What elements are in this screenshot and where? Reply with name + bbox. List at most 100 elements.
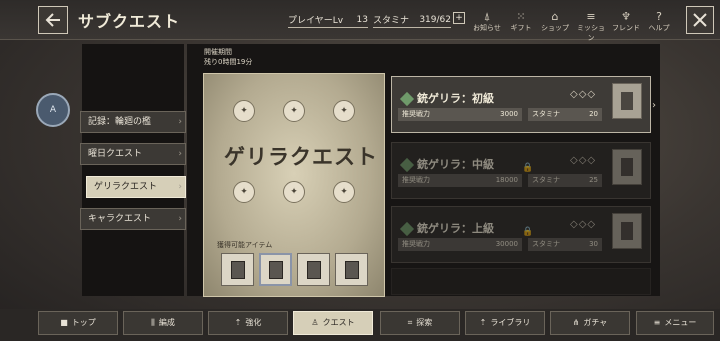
quest-card[interactable]: 銃ゲリラ：初級 ◇◇◇ 推奨戦力 3000 スタミナ 20 <box>391 76 651 133</box>
tab-panel <box>82 44 184 296</box>
tab-guerrilla-quest[interactable]: ゲリラクエスト › <box>86 176 186 198</box>
event-period: 開催期間 残り0時間19分 <box>204 47 252 67</box>
chevron-right-icon: › <box>652 100 656 111</box>
chevron-right-icon: › <box>178 117 182 127</box>
nav-formation-button[interactable]: ⫼ 編成 <box>123 311 203 335</box>
bell-icon: ⍋ <box>483 10 491 23</box>
power-value: 3000 <box>500 110 518 118</box>
close-button[interactable] <box>686 6 714 34</box>
friend-button[interactable]: ♆ フレンド <box>609 11 643 33</box>
shop-icon: ⌂ <box>551 10 559 23</box>
tab-character-quest[interactable]: キャラクエスト › <box>80 208 186 230</box>
stamina-value: 25 <box>589 176 598 184</box>
difficulty-diamonds: ◇◇◇ <box>570 219 597 230</box>
reward-item[interactable] <box>297 253 330 286</box>
item-icon <box>268 260 283 279</box>
nav-enhance-button[interactable]: ⇡ 強化 <box>208 311 288 335</box>
help-button[interactable]: ? ヘルプ <box>642 11 676 33</box>
stamina-value: 30 <box>589 240 598 248</box>
quest-card[interactable]: 銃ゲリラ：上級 🔒 ◇◇◇ 推奨戦力 30000 スタミナ 30 <box>391 206 651 263</box>
obtainable-items-label: 獲得可能アイテム <box>217 241 273 249</box>
item-icon <box>621 92 633 110</box>
gift-icon: ⁙ <box>516 10 526 23</box>
period-remaining: 残り0時間19分 <box>204 58 253 66</box>
friend-label: フレンド <box>612 24 640 32</box>
reward-thumbnail <box>612 83 642 119</box>
medal-icon: ✦ <box>283 181 305 203</box>
tab-record[interactable]: 記録：輪廻の檻 › <box>80 111 186 133</box>
stamina: スタミナ 319/62 <box>373 12 451 28</box>
item-icon <box>230 260 245 279</box>
gem-icon <box>399 221 415 237</box>
formation-icon: ⫼ <box>151 318 155 327</box>
reward-thumbnail <box>612 149 642 185</box>
friend-icon: ♆ <box>621 10 631 23</box>
page-title: サブクエスト <box>78 12 181 31</box>
nav-gacha-button[interactable]: ⋔ ガチャ <box>550 311 630 335</box>
gift-label: ギフト <box>510 24 532 32</box>
difficulty-diamonds: ◇◇◇ <box>570 155 597 166</box>
reward-item[interactable] <box>335 253 368 286</box>
news-label: お知らせ <box>473 24 501 32</box>
nav-library-button[interactable]: ⇡ ライブラリ <box>465 311 545 335</box>
nav-label: 強化 <box>245 318 262 327</box>
enhance-icon: ⇡ <box>234 318 242 327</box>
stamina-label: スタミナ <box>373 16 410 26</box>
nav-quest-button[interactable]: ♙ クエスト <box>293 311 373 335</box>
lock-icon: 🔒 <box>522 227 534 237</box>
player-level-value: 13 <box>356 14 368 25</box>
back-button[interactable] <box>38 6 68 34</box>
chevron-right-icon: › <box>178 182 182 192</box>
news-button[interactable]: ⍋ お知らせ <box>470 11 504 33</box>
item-icon <box>344 260 359 279</box>
nav-label: トップ <box>71 318 96 327</box>
power-row: 推奨戦力 3000 <box>398 108 522 121</box>
stamina-value: 319/62 <box>419 14 451 25</box>
help-icon: ? <box>656 10 662 23</box>
nav-label: ガチャ <box>583 318 608 327</box>
medal-icon: ✦ <box>233 181 255 203</box>
power-label: 推奨戦力 <box>402 110 430 118</box>
player-level: プレイヤーLv 13 <box>288 12 368 28</box>
quest-card-partial[interactable] <box>391 268 651 295</box>
reward-item[interactable] <box>221 253 254 286</box>
lock-icon: 🔒 <box>522 163 534 173</box>
nav-menu-button[interactable]: ≡ メニュー <box>636 311 714 335</box>
period-label: 開催期間 <box>204 48 232 56</box>
player-level-label: プレイヤーLv <box>288 16 344 26</box>
difficulty-diamonds: ◇◇◇ <box>570 89 597 100</box>
tab-daily-quest[interactable]: 曜日クエスト › <box>80 143 186 165</box>
gift-button[interactable]: ⁙ ギフト <box>504 11 538 33</box>
reward-item[interactable] <box>259 253 292 286</box>
gacha-icon: ⋔ <box>572 318 580 327</box>
library-icon: ⇡ <box>479 318 487 327</box>
explore-icon: ⌗ <box>407 318 413 327</box>
menu-icon: ≡ <box>653 318 661 327</box>
nav-label: メニュー <box>664 318 697 327</box>
tab-record-label: 記録：輪廻の檻 <box>88 117 152 127</box>
medal-icon: ✦ <box>283 100 305 122</box>
stamina-value: 20 <box>589 110 598 118</box>
nav-top-button[interactable]: ■ トップ <box>38 311 118 335</box>
quest-card[interactable]: 銃ゲリラ：中級 🔒 ◇◇◇ 推奨戦力 18000 スタミナ 25 <box>391 142 651 199</box>
quest-name: 銃ゲリラ：初級 <box>399 90 494 107</box>
quest-name-text: 銃ゲリラ：上級 <box>417 222 494 235</box>
stamina-plus-button[interactable]: + <box>453 12 465 24</box>
power-row: 推奨戦力 30000 <box>398 238 522 251</box>
help-label: ヘルプ <box>648 24 670 32</box>
tab-daily-quest-label: 曜日クエスト <box>88 149 143 159</box>
power-label: 推奨戦力 <box>402 176 430 184</box>
stamina-row: スタミナ 25 <box>528 174 602 187</box>
nav-label: ライブラリ <box>490 318 531 327</box>
close-icon <box>693 13 707 27</box>
nav-explore-button[interactable]: ⌗ 探索 <box>380 311 460 335</box>
item-icon <box>621 222 633 240</box>
chevron-right-icon: › <box>178 214 182 224</box>
mission-button[interactable]: ≡ ミッション <box>574 11 608 43</box>
shop-label: ショップ <box>541 24 569 32</box>
chevron-right-icon: › <box>178 149 182 159</box>
nav-label: クエスト <box>322 318 355 327</box>
reward-thumbnail <box>612 213 642 249</box>
medal-icon: ✦ <box>333 181 355 203</box>
shop-button[interactable]: ⌂ ショップ <box>538 11 572 33</box>
